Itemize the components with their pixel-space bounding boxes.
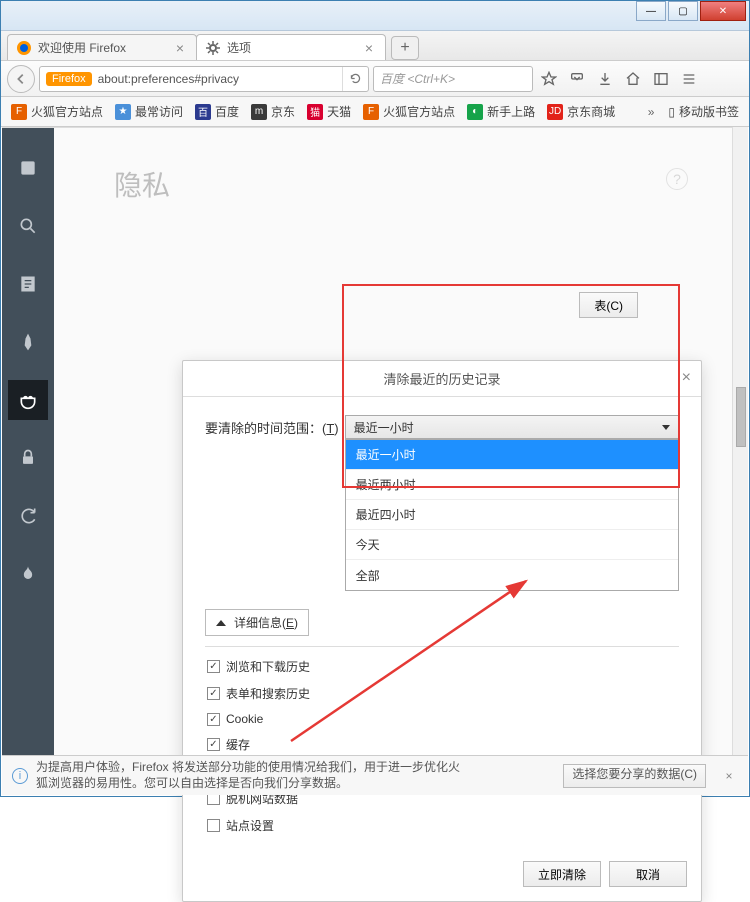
scrollbar-thumb[interactable] <box>736 387 746 447</box>
search-box[interactable]: 百度 <Ctrl+K> <box>373 66 533 92</box>
clear-now-button[interactable]: 立即清除 <box>523 861 601 887</box>
sidebar-sync-icon[interactable] <box>8 496 48 536</box>
checkbox[interactable] <box>207 819 220 832</box>
bookmark-item[interactable]: ★最常访问 <box>111 101 187 122</box>
chevron-up-icon <box>216 620 226 626</box>
info-bar: i 为提高用户体验，Firefox 将发送部分功能的使用情况给我们，用于进一步优… <box>2 755 748 795</box>
dropdown-option[interactable]: 今天 <box>346 530 678 560</box>
bookmark-item[interactable]: 猫天猫 <box>303 101 355 122</box>
url-text: about:preferences#privacy <box>98 72 239 86</box>
info-text: 为提高用户体验，Firefox 将发送部分功能的使用情况给我们，用于进一步优化火… <box>36 760 466 791</box>
firefox-icon <box>16 40 32 56</box>
checkbox[interactable] <box>207 713 220 726</box>
content-area: 隐私 ? 表(C) 的 ✓书签(K) ✓已打开的标签页(O) 更改搜索引擎建议的… <box>2 127 748 756</box>
sidebar-applications-icon[interactable] <box>8 322 48 362</box>
time-range-label: 要清除的时间范围：(T) <box>205 418 339 437</box>
window-titlebar: — ▢ ✕ <box>1 1 749 31</box>
new-tab-button[interactable]: + <box>391 36 419 60</box>
tab-close-icon[interactable]: × <box>172 40 188 56</box>
dropdown-option[interactable]: 最近一小时 <box>346 440 678 470</box>
details-toggle[interactable]: 详细信息(E) <box>205 609 309 636</box>
sidebar-search-icon[interactable] <box>8 206 48 246</box>
bookmark-item[interactable]: F火狐官方站点 <box>359 101 459 122</box>
url-bar[interactable]: Firefox about:preferences#privacy <box>39 66 369 92</box>
table-button[interactable]: 表(C) <box>579 292 638 318</box>
details-list: 浏览和下载历史 表单和搜索历史 Cookie 缓存 登录状态 脱机网站数据 站点… <box>205 646 679 839</box>
dropdown-option[interactable]: 全部 <box>346 560 678 590</box>
tab-close-icon[interactable]: × <box>361 40 377 56</box>
bookmark-mobile[interactable]: ▯移动版书签 <box>664 101 743 122</box>
window-frame: — ▢ ✕ 欢迎使用 Firefox × 选项 × + Firefox abou… <box>0 0 750 797</box>
bookmark-star-icon[interactable] <box>537 67 561 91</box>
infobar-close-icon[interactable]: × <box>720 769 738 783</box>
tab-label: 选项 <box>227 39 251 56</box>
checkbox[interactable] <box>207 687 220 700</box>
sidebar-privacy-icon[interactable] <box>8 380 48 420</box>
bookmark-item[interactable]: JD京东商城 <box>543 101 619 122</box>
bookmarks-toolbar: F火狐官方站点 ★最常访问 百百度 m京东 猫天猫 F火狐官方站点 ◐新手上路 … <box>1 97 749 127</box>
bookmark-item[interactable]: ◐新手上路 <box>463 101 539 122</box>
menu-icon[interactable] <box>677 67 701 91</box>
dropdown-option[interactable]: 最近两小时 <box>346 470 678 500</box>
scrollbar[interactable] <box>732 127 748 756</box>
dropdown-button[interactable]: 最近一小时 <box>345 415 679 439</box>
sidebar-toggle-icon[interactable] <box>649 67 673 91</box>
reload-button[interactable] <box>342 67 368 91</box>
home-icon[interactable] <box>621 67 645 91</box>
checkbox[interactable] <box>207 660 220 673</box>
bookmark-item[interactable]: m京东 <box>247 101 299 122</box>
bookmarks-overflow-icon[interactable]: » <box>642 105 661 119</box>
dropdown-list: 最近一小时 最近两小时 最近四小时 今天 全部 <box>345 439 679 591</box>
clear-history-dialog: 清除最近的历史记录 × 要清除的时间范围：(T) 最近一小时 最近一小时 最近两… <box>182 360 702 902</box>
search-placeholder: 百度 <Ctrl+K> <box>380 70 455 87</box>
sidebar-advanced-icon[interactable] <box>8 554 48 594</box>
dialog-title: 清除最近的历史记录 × <box>183 361 701 397</box>
chevron-down-icon <box>662 425 670 430</box>
checkbox[interactable] <box>207 738 220 751</box>
nav-bar: Firefox about:preferences#privacy 百度 <Ct… <box>1 61 749 97</box>
tab-options[interactable]: 选项 × <box>196 34 386 60</box>
prefs-sidebar <box>2 128 54 756</box>
tab-welcome[interactable]: 欢迎使用 Firefox × <box>7 34 197 60</box>
window-maximize-button[interactable]: ▢ <box>668 1 698 21</box>
sidebar-general-icon[interactable] <box>8 148 48 188</box>
downloads-icon[interactable] <box>593 67 617 91</box>
sidebar-security-icon[interactable] <box>8 438 48 478</box>
bookmark-item[interactable]: F火狐官方站点 <box>7 101 107 122</box>
dropdown-option[interactable]: 最近四小时 <box>346 500 678 530</box>
choose-data-button[interactable]: 选择您要分享的数据(C) <box>563 764 706 788</box>
time-range-dropdown[interactable]: 最近一小时 最近一小时 最近两小时 最近四小时 今天 全部 <box>345 415 679 439</box>
cancel-button[interactable]: 取消 <box>609 861 687 887</box>
tab-label: 欢迎使用 Firefox <box>38 39 126 56</box>
tab-strip: 欢迎使用 Firefox × 选项 × + <box>1 31 749 61</box>
sidebar-content-icon[interactable] <box>8 264 48 304</box>
pocket-icon[interactable] <box>565 67 589 91</box>
window-close-button[interactable]: ✕ <box>700 1 746 21</box>
info-icon: i <box>12 768 28 784</box>
dialog-close-icon[interactable]: × <box>682 369 691 387</box>
gear-icon <box>205 40 221 56</box>
back-button[interactable] <box>7 65 35 93</box>
identity-badge: Firefox <box>46 72 92 86</box>
bookmark-item[interactable]: 百百度 <box>191 101 243 122</box>
window-minimize-button[interactable]: — <box>636 1 666 21</box>
